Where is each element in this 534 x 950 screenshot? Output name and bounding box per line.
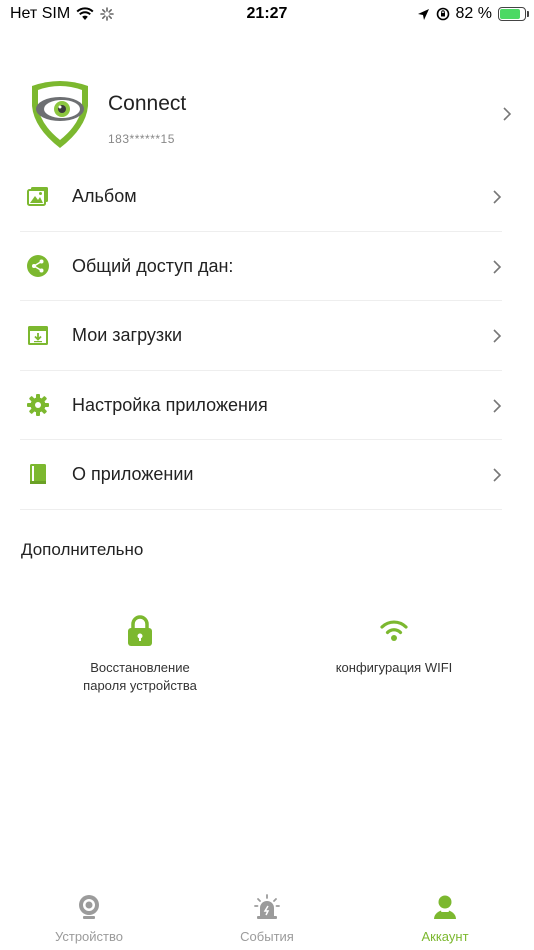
album-icon (27, 187, 48, 206)
battery-percent: 82 % (455, 5, 492, 22)
lock-icon (128, 615, 152, 646)
tab-events[interactable]: События (178, 893, 356, 944)
section-title-additional: Дополнительно (21, 540, 144, 559)
downloads-icon (28, 326, 48, 345)
profile-account-id: 183******15 (108, 132, 175, 146)
tab-label: Аккаунт (421, 929, 469, 944)
location-arrow-icon (417, 8, 429, 20)
account-icon (434, 895, 456, 919)
chevron-right-icon (493, 329, 502, 343)
tab-label: Устройство (54, 929, 123, 944)
menu-item-label: О приложении (72, 464, 194, 484)
profile-row[interactable]: Connect 183******15 (0, 70, 534, 155)
status-bar: Нет SIM 21:27 82 % (0, 0, 534, 30)
menu-item-label: Мои загрузки (72, 325, 183, 345)
chevron-right-icon (493, 190, 502, 204)
share-icon (27, 254, 49, 277)
gear-icon (27, 393, 49, 416)
chevron-right-icon (493, 468, 502, 482)
wifi-configuration-label: конфигурация WIFI (335, 660, 453, 675)
camera-icon (79, 895, 99, 919)
tab-account[interactable]: Аккаунт (356, 893, 534, 944)
menu-item-downloads[interactable]: Мои загрузки (20, 301, 502, 371)
menu-item-label: Общий доступ дан: (72, 255, 234, 276)
wifi-configuration-button[interactable]: конфигурация WIFI (274, 615, 514, 677)
alarm-icon (254, 894, 280, 919)
menu-item-share[interactable]: Общий доступ дан: (20, 232, 502, 301)
menu-item-label: Настройка приложения (72, 394, 268, 415)
tab-label: События (240, 929, 294, 944)
chevron-right-icon (493, 259, 502, 274)
chevron-right-icon (493, 398, 502, 413)
rotation-lock-icon (436, 7, 449, 21)
device-password-recovery-button[interactable]: Восстановление пароля устройства (20, 615, 260, 695)
chevron-right-icon (503, 107, 512, 121)
profile-name: Connect (108, 92, 187, 115)
menu-item-app-settings[interactable]: Настройка приложения (20, 371, 502, 440)
status-right: 82 % (417, 5, 529, 23)
device-password-recovery-label: Восстановление пароля устройства (83, 660, 197, 693)
menu-item-album[interactable]: Альбом (20, 162, 502, 232)
menu-item-about[interactable]: О приложении (20, 440, 502, 510)
app-logo-eye-icon (32, 81, 88, 148)
wifi-icon (380, 620, 408, 641)
battery-icon (498, 7, 529, 21)
account-menu: Альбом Общий доступ дан: Мои загрузки На… (20, 162, 502, 510)
bottom-tab-bar: Устройство События Аккаунт (0, 885, 534, 950)
book-icon (30, 464, 46, 484)
tab-device[interactable]: Устройство (0, 893, 178, 944)
menu-item-label: Альбом (72, 186, 137, 206)
